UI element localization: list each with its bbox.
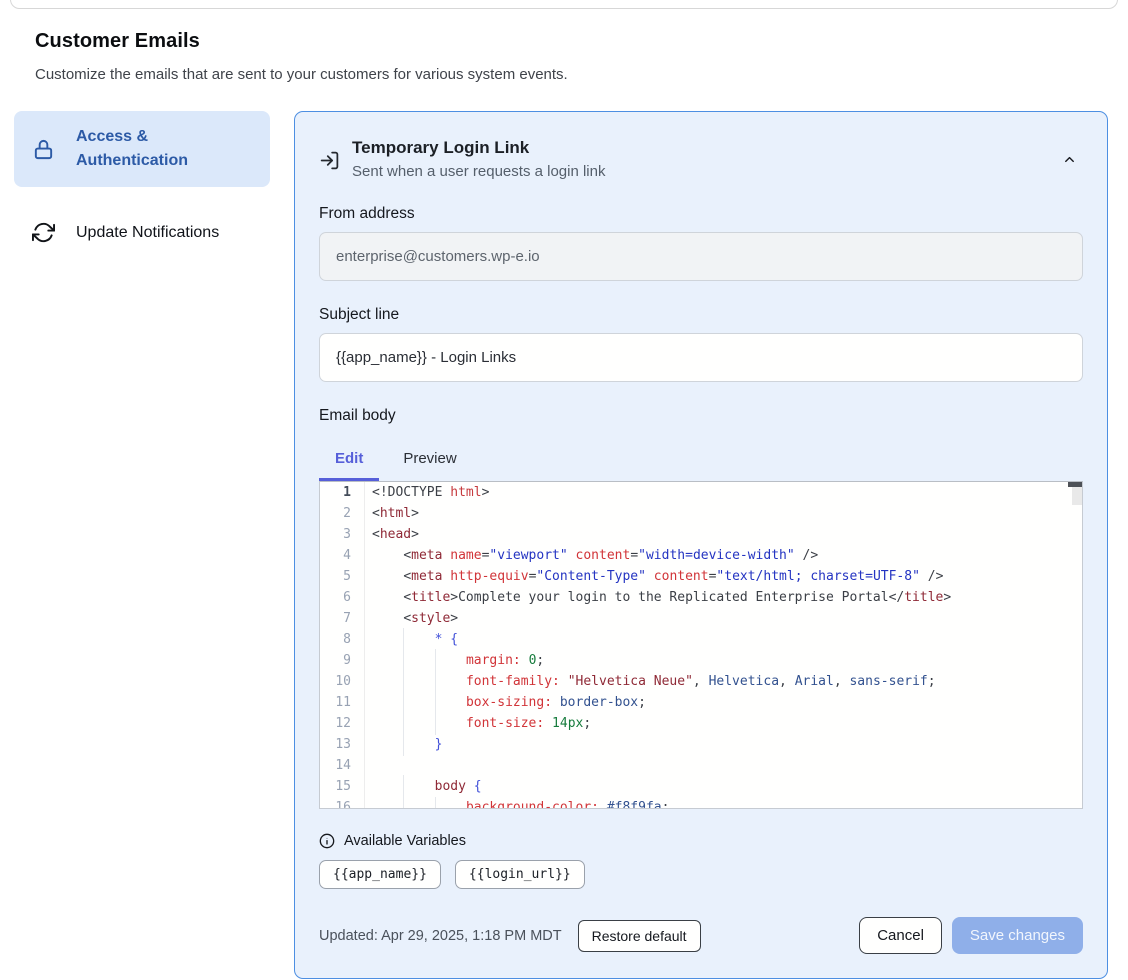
code-line[interactable]: 1<!DOCTYPE html> [320,482,1082,503]
page-header: Customer Emails Customize the emails tha… [0,0,1128,83]
page-subtitle: Customize the emails that are sent to yo… [35,66,1093,83]
line-number: 11 [320,692,365,713]
line-number: 15 [320,776,365,797]
refresh-icon [32,221,55,244]
page-title: Customer Emails [35,30,1093,53]
sidebar-item-label: Access & Authentication [76,125,226,173]
line-number: 10 [320,671,365,692]
cancel-button[interactable]: Cancel [859,917,942,954]
sidebar-item-access-authentication[interactable]: Access & Authentication [14,111,270,187]
code-line[interactable]: 7 <style> [320,608,1082,629]
panel-header: Temporary Login Link Sent when a user re… [319,138,1083,180]
code-line[interactable]: 15 body { [320,776,1082,797]
lock-icon [32,138,55,161]
line-number: 7 [320,608,365,629]
panel-header-text: Temporary Login Link Sent when a user re… [352,138,605,180]
log-in-icon [319,150,340,171]
line-number: 12 [320,713,365,734]
line-number: 16 [320,797,365,809]
updated-timestamp: Updated: Apr 29, 2025, 1:18 PM MDT [319,928,562,944]
code-line[interactable]: 14 [320,755,1082,776]
variable-chips: {{app_name}} {{login_url}} [319,860,1083,889]
panel-title: Temporary Login Link [352,138,605,158]
chevron-up-icon [1062,152,1077,170]
line-number: 3 [320,524,365,545]
line-number: 13 [320,734,365,755]
available-variables-header: Available Variables [319,833,1083,849]
sidebar-item-update-notifications[interactable]: Update Notifications [14,207,270,258]
code-line[interactable]: 2<html> [320,503,1082,524]
variable-chip-app-name[interactable]: {{app_name}} [319,860,441,889]
code-line[interactable]: 5 <meta http-equiv="Content-Type" conten… [320,566,1082,587]
code-line[interactable]: 3<head> [320,524,1082,545]
available-variables-label: Available Variables [344,833,466,849]
from-address-input[interactable] [319,232,1083,281]
code-line[interactable]: 4 <meta name="viewport" content="width=d… [320,545,1082,566]
code-line[interactable]: 16 background-color: #f8f9fa; [320,797,1082,809]
code-line[interactable]: 11 box-sizing: border-box; [320,692,1082,713]
line-number: 2 [320,503,365,524]
line-number: 5 [320,566,365,587]
panel-footer: Updated: Apr 29, 2025, 1:18 PM MDT Resto… [319,917,1083,954]
code-line[interactable]: 12 font-size: 14px; [320,713,1082,734]
save-changes-button[interactable]: Save changes [952,917,1083,954]
subject-line-label: Subject line [319,306,1083,324]
panel-subtitle: Sent when a user requests a login link [352,163,605,180]
code-line[interactable]: 8 * { [320,629,1082,650]
code-editor[interactable]: 1<!DOCTYPE html>2<html>3<head>4 <meta na… [319,481,1083,809]
code-line[interactable]: 13 } [320,734,1082,755]
restore-default-button[interactable]: Restore default [578,920,701,952]
variable-chip-login-url[interactable]: {{login_url}} [455,860,585,889]
from-address-label: From address [319,205,1083,223]
info-icon [319,833,335,849]
code-editor-lines: 1<!DOCTYPE html>2<html>3<head>4 <meta na… [320,482,1082,809]
code-line[interactable]: 6 <title>Complete your login to the Repl… [320,587,1082,608]
previous-card-bottom-edge [10,0,1118,9]
email-body-label: Email body [319,407,1083,425]
tab-preview[interactable]: Preview [387,441,472,481]
line-number: 8 [320,629,365,650]
tab-edit[interactable]: Edit [319,441,379,481]
code-line[interactable]: 10 font-family: "Helvetica Neue", Helvet… [320,671,1082,692]
editor-scrollbar-track[interactable] [1072,487,1082,505]
temporary-login-link-panel: Temporary Login Link Sent when a user re… [294,111,1108,979]
sidebar-item-label: Update Notifications [76,222,219,244]
email-body-tabs: Edit Preview [319,441,1083,481]
subject-line-input[interactable] [319,333,1083,382]
email-types-sidebar: Access & Authentication Update Notificat… [14,111,270,258]
line-number: 14 [320,755,365,776]
line-number: 6 [320,587,365,608]
line-number: 4 [320,545,365,566]
line-number: 1 [320,482,365,503]
code-line[interactable]: 9 margin: 0; [320,650,1082,671]
main-layout: Access & Authentication Update Notificat… [14,111,1114,979]
collapse-panel-button[interactable] [1058,148,1081,174]
line-number: 9 [320,650,365,671]
customer-emails-page: Customer Emails Customize the emails tha… [0,0,1128,980]
